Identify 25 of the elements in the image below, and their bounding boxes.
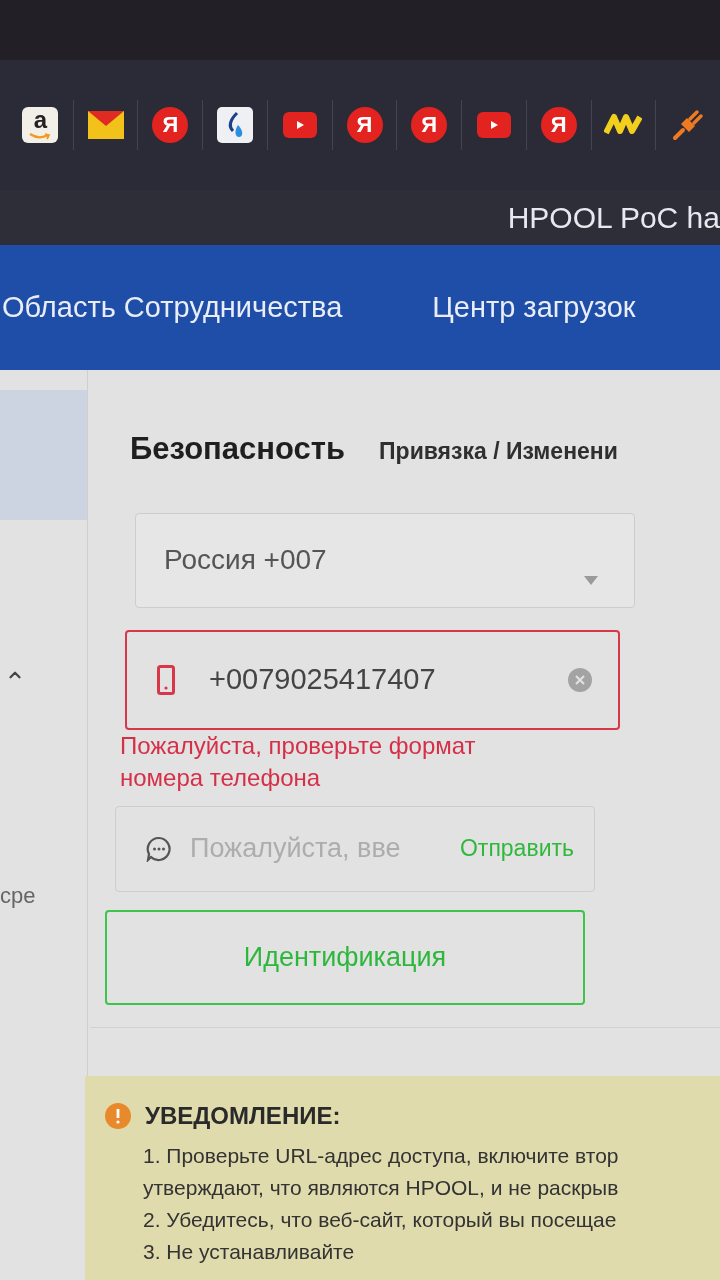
play-icon[interactable] bbox=[282, 112, 317, 138]
envelope-icon[interactable] bbox=[87, 111, 124, 139]
play-icon[interactable] bbox=[477, 112, 511, 138]
notice-title: УВЕДОМЛЕНИЕ: bbox=[145, 1100, 341, 1131]
nav-link[interactable]: Центр загрузок bbox=[432, 285, 636, 330]
notice-line: утверждают, что являются HPOOL, и не раскрыв bbox=[143, 1174, 620, 1201]
error-message: Пожалуйста, проверьте формат номера телефона bbox=[120, 730, 477, 793]
notice-line: 3. Не устанавливайте bbox=[143, 1238, 356, 1265]
letter-tile-icon[interactable]: a bbox=[22, 107, 59, 143]
caret-down-icon bbox=[584, 575, 598, 585]
phone-field[interactable]: +0079025417407 bbox=[125, 629, 620, 730]
plug-icon[interactable] bbox=[671, 108, 706, 142]
alert-icon bbox=[105, 1102, 131, 1129]
drop-icon[interactable] bbox=[217, 107, 254, 143]
notice-line: 2. Убедитесь, что веб-сайт, который вы посещае bbox=[143, 1206, 618, 1233]
phone-value: +0079025417407 bbox=[209, 661, 437, 697]
sidebar-item[interactable]: сре bbox=[0, 878, 36, 912]
chat-icon bbox=[146, 835, 172, 862]
tab[interactable]: Привязка / Изменени bbox=[379, 434, 618, 469]
country-select[interactable]: Россия +007 bbox=[135, 512, 635, 608]
site-title: HPOOL PoC ha bbox=[507, 200, 720, 236]
phone-icon bbox=[157, 664, 175, 695]
nav-link[interactable]: Область Сотрудничества bbox=[2, 285, 343, 330]
tab[interactable]: Безопасность bbox=[130, 426, 346, 473]
notice-line: 1. Проверьте URL-адрес доступа, включите втор bbox=[143, 1142, 620, 1169]
